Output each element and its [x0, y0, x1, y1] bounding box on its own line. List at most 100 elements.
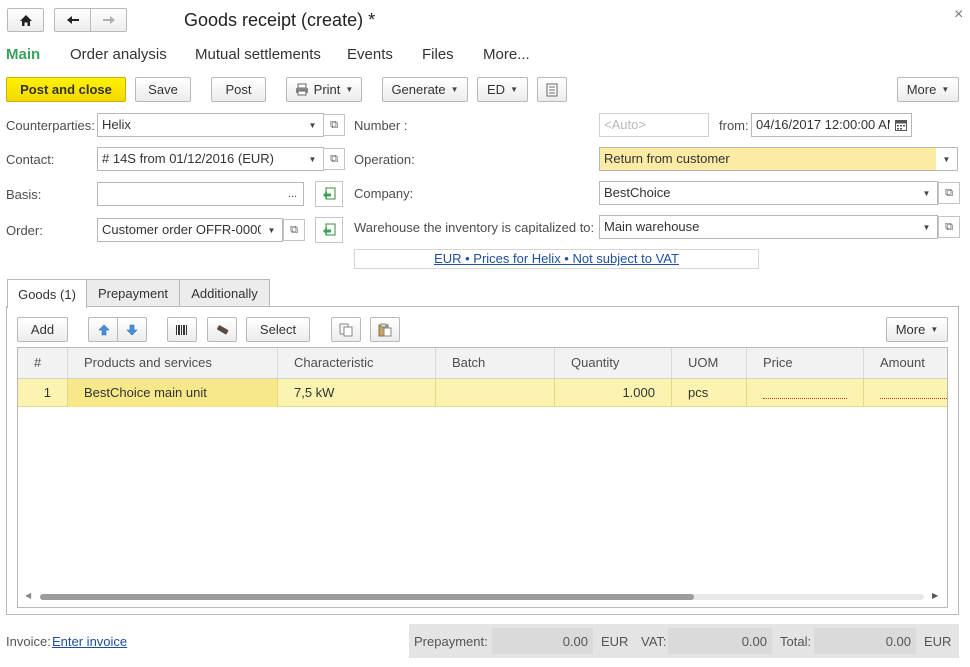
- tab-files[interactable]: Files: [422, 46, 454, 63]
- operation-field[interactable]: Return from customer: [599, 147, 937, 171]
- data-collection-button[interactable]: [207, 317, 237, 342]
- arrow-down-icon: [126, 324, 138, 335]
- col-header-quantity[interactable]: Quantity: [555, 348, 672, 378]
- cell-batch[interactable]: [436, 379, 555, 407]
- select-label: Select: [259, 322, 297, 337]
- chevron-down-icon: ▼: [345, 85, 354, 94]
- tab-goods-label: Goods (1): [18, 286, 76, 302]
- basis-fill-button[interactable]: [315, 181, 343, 207]
- tab-order-analysis[interactable]: Order analysis: [70, 46, 167, 63]
- order-dropdown[interactable]: ▼: [261, 218, 283, 242]
- back-button[interactable]: [54, 8, 91, 32]
- ellipsis-icon: ...: [287, 188, 298, 200]
- prepayment-label: Prepayment:: [414, 634, 488, 649]
- basis-field[interactable]: [97, 182, 283, 206]
- tab-prepayment[interactable]: Prepayment: [86, 279, 180, 307]
- post-and-close-button[interactable]: Post and close: [6, 77, 126, 102]
- contact-dropdown[interactable]: ▼: [302, 147, 324, 171]
- warehouse-dropdown[interactable]: ▼: [916, 215, 938, 239]
- total-currency: EUR: [924, 634, 952, 649]
- home-button[interactable]: [7, 8, 44, 32]
- ed-button[interactable]: ED ▼: [477, 77, 528, 102]
- cell-quantity[interactable]: 1.000: [555, 379, 672, 407]
- col-header-characteristic[interactable]: Characteristic: [278, 348, 436, 378]
- tab-additionally-label: Additionally: [191, 286, 258, 301]
- tab-events[interactable]: Events: [347, 46, 393, 63]
- order-field[interactable]: Customer order OFFR-0000: [97, 218, 262, 242]
- tab-more[interactable]: More...: [483, 46, 530, 63]
- col-header-uom[interactable]: UOM: [672, 348, 747, 378]
- col-header-products[interactable]: Products and services: [68, 348, 278, 378]
- operation-dropdown[interactable]: ▼: [936, 147, 958, 171]
- move-down-button[interactable]: [117, 317, 147, 342]
- number-label: Number :: [354, 118, 408, 133]
- paste-rows-button[interactable]: [370, 317, 400, 342]
- col-header-number[interactable]: #: [18, 348, 68, 378]
- order-fill-button[interactable]: [315, 217, 343, 243]
- company-dropdown[interactable]: ▼: [916, 181, 938, 205]
- cell-number[interactable]: 1: [18, 379, 68, 407]
- number-field[interactable]: <Auto>: [599, 113, 709, 137]
- company-field[interactable]: BestChoice: [599, 181, 917, 205]
- fill-from-icon: [323, 187, 336, 200]
- invoice-label: Invoice:: [6, 634, 51, 649]
- chevron-down-icon: ▼: [308, 154, 317, 164]
- warehouse-open-button[interactable]: ⧉: [938, 216, 960, 238]
- tab-mutual-settlements[interactable]: Mutual settlements: [195, 46, 321, 63]
- more-button[interactable]: More ▼: [897, 77, 959, 102]
- contact-field[interactable]: # 14S from 01/12/2016 (EUR): [97, 147, 303, 171]
- calendar-button[interactable]: [890, 113, 912, 137]
- save-button[interactable]: Save: [135, 77, 191, 102]
- add-button[interactable]: Add: [17, 317, 68, 342]
- prices-link[interactable]: EUR • Prices for Helix • Not subject to …: [354, 251, 759, 266]
- horizontal-scrollbar-thumb[interactable]: [40, 594, 694, 600]
- scroll-left-icon[interactable]: ◀: [25, 591, 31, 600]
- arrow-right-icon: [102, 16, 115, 24]
- cell-uom[interactable]: pcs: [672, 379, 747, 407]
- col-header-amount[interactable]: Amount: [864, 348, 947, 378]
- copy-rows-button[interactable]: [331, 317, 361, 342]
- forward-button[interactable]: [90, 8, 127, 32]
- goods-more-label: More: [895, 322, 926, 337]
- counterparties-dropdown[interactable]: ▼: [302, 113, 324, 137]
- fill-from-icon: [323, 223, 336, 236]
- goods-more-button[interactable]: More ▼: [886, 317, 948, 342]
- order-open-button[interactable]: ⧉: [283, 219, 305, 241]
- warehouse-field[interactable]: Main warehouse: [599, 215, 917, 239]
- calendar-icon: [894, 119, 907, 131]
- price-required-marker: [763, 398, 847, 399]
- chevron-down-icon: ▼: [450, 85, 459, 94]
- close-icon[interactable]: ×: [954, 6, 963, 24]
- tab-main[interactable]: Main: [6, 46, 40, 63]
- tab-goods[interactable]: Goods (1): [7, 279, 87, 308]
- date-field[interactable]: 04/16/2017 12:00:00 AM: [751, 113, 891, 137]
- company-open-button[interactable]: ⧉: [938, 182, 960, 204]
- contact-open-button[interactable]: ⧉: [323, 148, 345, 170]
- cell-characteristic[interactable]: 7,5 kW: [278, 379, 436, 407]
- print-button[interactable]: Print ▼: [286, 77, 362, 102]
- counterparties-open-button[interactable]: ⧉: [323, 114, 345, 136]
- document-report-button[interactable]: [537, 77, 567, 102]
- barcode-button[interactable]: [167, 317, 197, 342]
- tab-prepayment-label: Prepayment: [97, 286, 169, 301]
- scroll-right-icon[interactable]: ▶: [932, 591, 938, 600]
- ed-label: ED: [487, 82, 506, 97]
- cell-price[interactable]: [747, 379, 864, 407]
- tab-additionally[interactable]: Additionally: [179, 279, 270, 307]
- scanner-icon: [217, 324, 229, 334]
- select-button[interactable]: Select: [246, 317, 310, 342]
- col-header-batch[interactable]: Batch: [436, 348, 555, 378]
- enter-invoice-link[interactable]: Enter invoice: [52, 634, 127, 649]
- chevron-down-icon: ▼: [308, 120, 317, 130]
- generate-button[interactable]: Generate ▼: [382, 77, 468, 102]
- cell-product[interactable]: BestChoice main unit: [68, 379, 278, 407]
- counterparties-field[interactable]: Helix: [97, 113, 303, 137]
- basis-select-button[interactable]: ...: [282, 182, 304, 206]
- post-button[interactable]: Post: [211, 77, 266, 102]
- col-header-price[interactable]: Price: [747, 348, 864, 378]
- cell-amount[interactable]: [864, 379, 947, 407]
- barcode-icon: [176, 324, 187, 335]
- move-up-button[interactable]: [88, 317, 118, 342]
- chevron-down-icon: ▼: [922, 222, 931, 232]
- chevron-down-icon: ▼: [942, 154, 951, 164]
